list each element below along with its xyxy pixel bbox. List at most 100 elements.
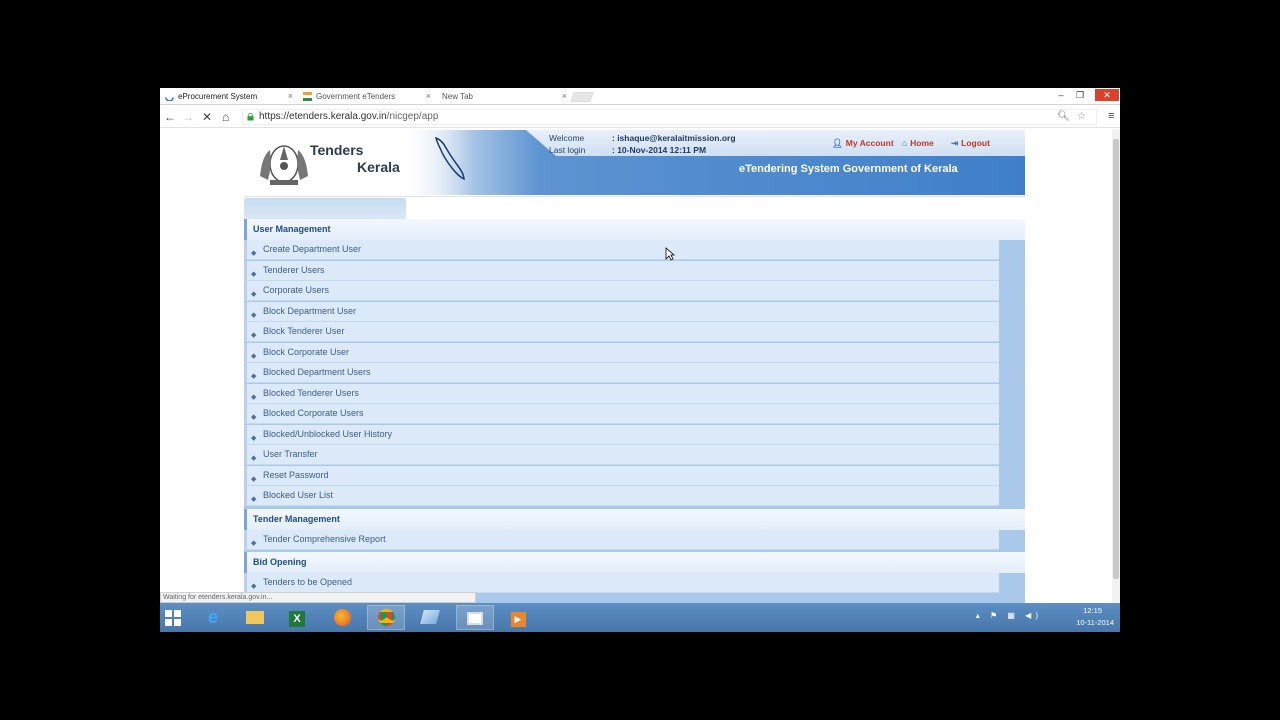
mouse-cursor-icon (665, 247, 675, 261)
kerala-emblem-icon (260, 145, 308, 185)
menu-item-label: Corporate Users (263, 285, 330, 295)
section-tender-management[interactable]: Tender Management (244, 509, 1025, 530)
last-login-label: Last login (549, 145, 586, 155)
tab-government-etenders[interactable]: Government eTenders × (298, 90, 433, 105)
home-link[interactable]: ⌂ Home (902, 138, 934, 148)
address-bar[interactable]: https://etenders.kerala.gov.in/nicgep/ap… (242, 109, 1097, 125)
url-host: https://etenders.kerala.gov.in (259, 111, 387, 122)
excel-icon[interactable]: X (278, 605, 316, 630)
home-icon: ⌂ (902, 138, 908, 148)
browser-menu-icon[interactable]: ≡ (1108, 110, 1114, 122)
forward-icon[interactable]: → (182, 110, 194, 124)
section-user-management[interactable]: User Management (244, 219, 1025, 240)
minimize-icon[interactable]: – (1055, 89, 1067, 101)
loading-icon (165, 97, 174, 101)
clock-date[interactable]: 10-11-2014 (1076, 618, 1114, 627)
logout-link[interactable]: ⇥ Logout (951, 138, 990, 149)
menu-item-tenders-to-be-opened[interactable]: ◆ Tenders to be Opened (244, 573, 999, 593)
menu-item-label: Tenders to be Opened (263, 577, 353, 587)
logo-text-tenders: Tenders (310, 142, 364, 158)
tab-title: New Tab (442, 92, 473, 101)
welcome-label: Welcome (549, 133, 585, 143)
menu-item-tender-comprehensive-report[interactable]: ◆ Tender Comprehensive Report (244, 530, 999, 550)
app-icon[interactable] (411, 605, 449, 630)
menu-item-block-department-user[interactable]: ◆ Block Department User (244, 302, 999, 322)
url-path: /nicgep/app (386, 111, 439, 122)
menu-item-corporate-users[interactable]: ◆ Corporate Users (244, 281, 999, 301)
menu-tab-bar (244, 196, 1025, 221)
menu-item-reset-password[interactable]: ◆ Reset Password (244, 466, 999, 486)
menu-item-label: Block Corporate User (263, 347, 350, 357)
logo-text-kerala: Kerala (357, 159, 400, 175)
menu-item-blocked-tenderer-users[interactable]: ◆ Blocked Tenderer Users (244, 384, 999, 404)
taskbar: e X ▶ ▴ ⚑ ▦ ◀) 12:15 10-11-2014 (160, 603, 1120, 632)
tab-new-tab[interactable]: New Tab × (424, 90, 569, 105)
menu-item-block-corporate-user[interactable]: ◆ Block Corporate User (244, 343, 999, 363)
bullet-icon: ◆ (251, 540, 257, 547)
kerala-map-icon (434, 136, 465, 181)
bullet-icon: ◆ (251, 496, 257, 503)
section-bid-opening[interactable]: Bid Opening (244, 552, 1025, 573)
menu-item-blocked-corporate-users[interactable]: ◆ Blocked Corporate Users (244, 404, 999, 424)
menu-item-label: Block Department User (263, 306, 357, 316)
status-bubble: Waiting for etenders.kerala.gov.in... (160, 592, 476, 603)
stop-loading-icon[interactable]: ✕ (202, 110, 212, 124)
tab-eprocurement[interactable]: eProcurement System × (160, 90, 295, 105)
menu-item-label: Block Tenderer User (263, 326, 345, 336)
media-player-icon[interactable]: ▶ (499, 605, 537, 630)
india-flag-icon (303, 92, 312, 101)
tab-title: eProcurement System (178, 92, 258, 101)
menu-item-label: User Transfer (263, 449, 318, 459)
lock-icon (247, 113, 254, 121)
internet-explorer-icon[interactable]: e (194, 605, 232, 630)
home-label: Home (910, 138, 934, 148)
menu-item-label: Blocked Tenderer Users (263, 388, 359, 398)
my-account-link[interactable]: 👤︎ My Account (832, 138, 894, 149)
menu-item-label: Blocked Department Users (263, 367, 371, 377)
tab-close-icon[interactable]: × (562, 90, 567, 103)
menu-item-label: Blocked Corporate Users (263, 408, 364, 418)
home-icon[interactable]: ⌂ (222, 110, 229, 124)
chrome-icon[interactable] (367, 605, 405, 630)
welcome-value: : ishaque@keralaitmission.org (612, 133, 736, 143)
bookmark-star-icon[interactable]: ☆ (1077, 110, 1086, 124)
logout-label: Logout (961, 138, 990, 148)
menu-tab-active[interactable] (244, 198, 406, 221)
clock-time[interactable]: 12:15 (1083, 606, 1102, 615)
firefox-icon[interactable] (323, 605, 361, 630)
menu-item-label: Tenderer Users (263, 265, 325, 275)
page-viewport: Tenders Kerala Welcome : ishaque@keralai… (160, 129, 1112, 603)
last-login-value: : 10-Nov-2014 12:11 PM (612, 145, 707, 155)
my-account-label: My Account (845, 138, 894, 148)
browser-window: eProcurement System × Government eTender… (160, 88, 1120, 632)
menu-panel: User Management ◆ Create Department User … (244, 219, 1025, 603)
restore-icon[interactable]: ❐ (1074, 89, 1086, 101)
menu-item-label: Tender Comprehensive Report (263, 534, 386, 544)
menu-item-blocked-department-users[interactable]: ◆ Blocked Department Users (244, 363, 999, 383)
menu-item-blocked-unblocked-user-history[interactable]: ◆ Blocked/Unblocked User History (244, 425, 999, 445)
menu-item-blocked-user-list[interactable]: ◆ Blocked User List (244, 486, 999, 506)
browser-toolbar: ← → ✕ ⌂ https://etenders.kerala.gov.in/n… (160, 106, 1120, 128)
back-icon[interactable]: ← (164, 110, 176, 124)
menu-item-label: Create Department User (263, 244, 362, 254)
start-icon[interactable] (160, 605, 186, 630)
window-icon[interactable] (456, 605, 494, 630)
menu-item-label: Blocked User List (263, 490, 334, 500)
zoom-icon[interactable]: 🔍︎ (1057, 110, 1070, 124)
window-close-icon[interactable]: ✕ (1095, 89, 1119, 101)
tab-title: Government eTenders (316, 92, 396, 101)
menu-item-block-tenderer-user[interactable]: ◆ Block Tenderer User (244, 322, 999, 342)
menu-item-tenderer-users[interactable]: ◆ Tenderer Users (244, 261, 999, 281)
system-tray[interactable]: ▴ ⚑ ▦ ◀) (976, 611, 1042, 620)
menu-item-label: Blocked/Unblocked User History (263, 429, 393, 439)
tab-close-icon[interactable]: × (288, 90, 293, 103)
menu-item-label: Reset Password (263, 470, 329, 480)
vertical-scrollbar[interactable] (1112, 129, 1120, 603)
scrollbar-thumb[interactable] (1113, 139, 1119, 579)
user-icon: 👤︎ (832, 138, 843, 148)
menu-item-create-department-user[interactable]: ◆ Create Department User (244, 240, 999, 260)
new-tab-button[interactable] (570, 92, 594, 102)
menu-item-user-transfer[interactable]: ◆ User Transfer (244, 445, 999, 465)
tab-strip: eProcurement System × Government eTender… (160, 88, 1120, 105)
file-explorer-icon[interactable] (236, 605, 274, 630)
